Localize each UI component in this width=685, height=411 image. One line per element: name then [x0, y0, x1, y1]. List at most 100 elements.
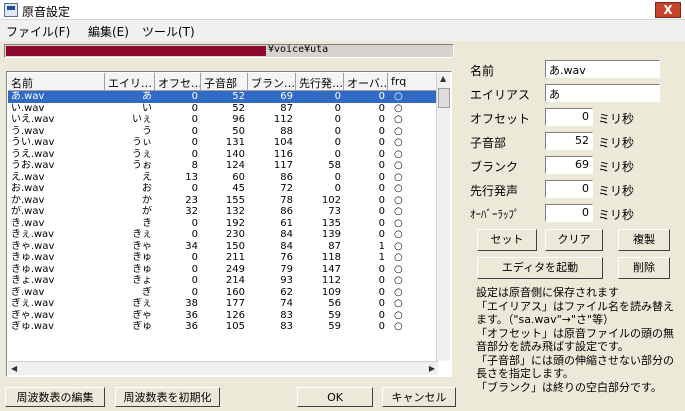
- edit-frequency-table-button[interactable]: 周波数表の編集: [5, 387, 105, 407]
- close-button[interactable]: X: [655, 2, 681, 18]
- col-blank[interactable]: ブラン…: [248, 73, 296, 91]
- table-row[interactable]: うお.wav うぉ 8 124 117 58 0 ○: [8, 160, 438, 172]
- col-frq[interactable]: frq: [388, 73, 438, 91]
- cell-overlap: 0: [378, 91, 385, 102]
- col-offset[interactable]: オフセ…: [155, 73, 201, 91]
- name-field[interactable]: あ.wav: [545, 60, 660, 78]
- clear-button[interactable]: クリア: [545, 229, 603, 251]
- list-header: 名前 エイリ… オフセ… 子音部 ブラン… 先行発… オーバ… frq: [8, 73, 438, 91]
- cell-blank: 86: [280, 171, 293, 183]
- cell-blank: 116: [273, 148, 293, 160]
- delete-button[interactable]: 削除: [618, 257, 670, 279]
- table-row[interactable]: うい.wav うぃ 0 131 104 0 0 ○: [8, 137, 438, 149]
- table-row[interactable]: きぇ.wav きぇ 0 230 84 139 0 ○: [8, 229, 438, 241]
- table-row[interactable]: え.wav え 13 60 86 0 0 ○: [8, 172, 438, 184]
- cell-consonant: 45: [232, 183, 245, 194]
- vertical-scrollbar[interactable]: ▲: [436, 73, 450, 361]
- col-preutter[interactable]: 先行発…: [296, 73, 344, 91]
- col-alias[interactable]: エイリ…: [105, 73, 155, 91]
- scroll-up-icon[interactable]: ▲: [440, 74, 446, 83]
- col-name[interactable]: 名前: [8, 73, 105, 91]
- cell-frq: ○: [394, 183, 403, 194]
- cell-offset: 8: [191, 160, 198, 171]
- cell-consonant: 52: [232, 91, 245, 102]
- menu-tools[interactable]: ツール(T): [142, 23, 195, 40]
- cell-offset: 0: [191, 275, 198, 286]
- horizontal-scrollbar[interactable]: ◀ ▶: [8, 361, 438, 375]
- cell-consonant: 60: [232, 171, 245, 183]
- cell-overlap: 0: [378, 286, 385, 298]
- alias-field[interactable]: あ: [545, 84, 660, 102]
- table-row[interactable]: あ.wav あ 0 52 69 0 0 ○: [8, 91, 438, 103]
- cell-offset: 0: [191, 114, 198, 125]
- cell-alias: きゅ: [132, 252, 152, 263]
- set-button[interactable]: セット: [477, 229, 537, 251]
- cell-preutter: 147: [321, 263, 341, 275]
- table-row[interactable]: きょ.wav きょ 0 214 93 112 0 ○: [8, 275, 438, 287]
- table-row[interactable]: い.wav い 0 52 87 0 0 ○: [8, 103, 438, 115]
- scroll-right-icon[interactable]: ▶: [429, 364, 435, 373]
- cell-alias: うぃ: [132, 137, 152, 148]
- table-row[interactable]: お.wav お 0 45 72 0 0 ○: [8, 183, 438, 195]
- table-row[interactable]: いえ.wav いぇ 0 96 112 0 0 ○: [8, 114, 438, 126]
- table-row[interactable]: きゃ.wav きゃ 34 150 84 87 1 ○: [8, 241, 438, 253]
- table-row[interactable]: き.wav き 0 192 61 135 0 ○: [8, 218, 438, 230]
- offset-label: オフセット: [470, 112, 531, 126]
- cell-consonant: 150: [225, 240, 245, 252]
- table-row[interactable]: が.wav が 32 132 86 73 0 ○: [8, 206, 438, 218]
- cell-overlap: 0: [378, 183, 385, 194]
- blank-field[interactable]: 69: [545, 156, 593, 174]
- consonant-label: 子音部: [470, 136, 507, 150]
- scroll-thumb[interactable]: [438, 88, 450, 108]
- menu-file[interactable]: ファイル(F): [6, 23, 70, 40]
- oto-list[interactable]: 名前 エイリ… オフセ… 子音部 ブラン… 先行発… オーバ… frq あ.wa…: [6, 71, 452, 377]
- cell-alias: いぇ: [132, 114, 152, 125]
- cell-frq: ○: [394, 217, 403, 229]
- menu-edit[interactable]: 編集(E): [88, 23, 129, 40]
- table-row[interactable]: ぎ.wav ぎ 0 160 62 109 0 ○: [8, 287, 438, 299]
- table-row[interactable]: きゅ.wav きゅ 0 211 76 118 1 ○: [8, 252, 438, 264]
- list-rows: あ.wav あ 0 52 69 0 0 ○ い.wav い 0 52 87 0 0 ○ いえ.wav いぇ 0 96 1…: [8, 91, 438, 361]
- launch-editor-button[interactable]: エディタを起動: [477, 257, 603, 279]
- scroll-left-icon[interactable]: ◀: [11, 364, 17, 373]
- cell-overlap: 0: [378, 321, 385, 332]
- cell-name: いえ.wav: [11, 114, 55, 125]
- table-row[interactable]: きゅ.wav きゅ 0 249 79 147 0 ○: [8, 264, 438, 276]
- cancel-button[interactable]: キャンセル: [382, 387, 456, 407]
- menu-bar: ファイル(F) 編集(E) ツール(T): [0, 20, 685, 41]
- cell-blank: 84: [280, 229, 293, 240]
- preutter-field[interactable]: 0: [545, 180, 593, 198]
- table-row[interactable]: ぎぇ.wav ぎぇ 38 177 74 56 0 ○: [8, 298, 438, 310]
- ok-button[interactable]: OK: [297, 387, 373, 407]
- cell-alias: う: [142, 125, 152, 137]
- path-redacted: [6, 46, 266, 56]
- cell-blank: 104: [273, 137, 293, 148]
- help-text: 設定は原音側に保存されます 「エイリアス」はファイル名を読み替えます。（"sa.…: [476, 286, 681, 395]
- consonant-field[interactable]: 52: [545, 132, 593, 150]
- col-overlap[interactable]: オーバ…: [344, 73, 388, 91]
- cell-alias: きゅ: [132, 263, 152, 275]
- init-frequency-table-button[interactable]: 周波数表を初期化: [115, 387, 220, 407]
- table-row[interactable]: ぎゅ.wav ぎゅ 36 105 83 59 0 ○: [8, 321, 438, 333]
- offset-field[interactable]: 0: [545, 108, 593, 126]
- col-consonant[interactable]: 子音部: [201, 73, 248, 91]
- cell-preutter: 0: [334, 91, 341, 102]
- table-row[interactable]: う.wav う 0 50 88 0 0 ○: [8, 126, 438, 138]
- cell-name: き.wav: [11, 217, 45, 229]
- cell-alias: え: [142, 171, 152, 183]
- table-row[interactable]: ぎゃ.wav ぎゃ 36 126 83 59 0 ○: [8, 310, 438, 322]
- copy-button[interactable]: 複製: [618, 229, 670, 251]
- cell-alias: きぇ: [132, 229, 152, 240]
- overlap-unit: ミリ秒: [598, 208, 635, 222]
- cell-overlap: 1: [378, 240, 385, 252]
- table-row[interactable]: うえ.wav うぇ 0 140 116 0 0 ○: [8, 149, 438, 161]
- cell-name: きゅ.wav: [11, 252, 55, 263]
- overlap-field[interactable]: 0: [545, 204, 593, 222]
- cell-consonant: 140: [225, 148, 245, 160]
- cell-offset: 0: [191, 91, 198, 102]
- cell-name: う.wav: [11, 125, 45, 137]
- cell-frq: ○: [394, 206, 403, 217]
- cell-blank: 87: [280, 102, 293, 114]
- table-row[interactable]: か.wav か 23 155 78 102 0 ○: [8, 195, 438, 207]
- cell-preutter: 139: [321, 229, 341, 240]
